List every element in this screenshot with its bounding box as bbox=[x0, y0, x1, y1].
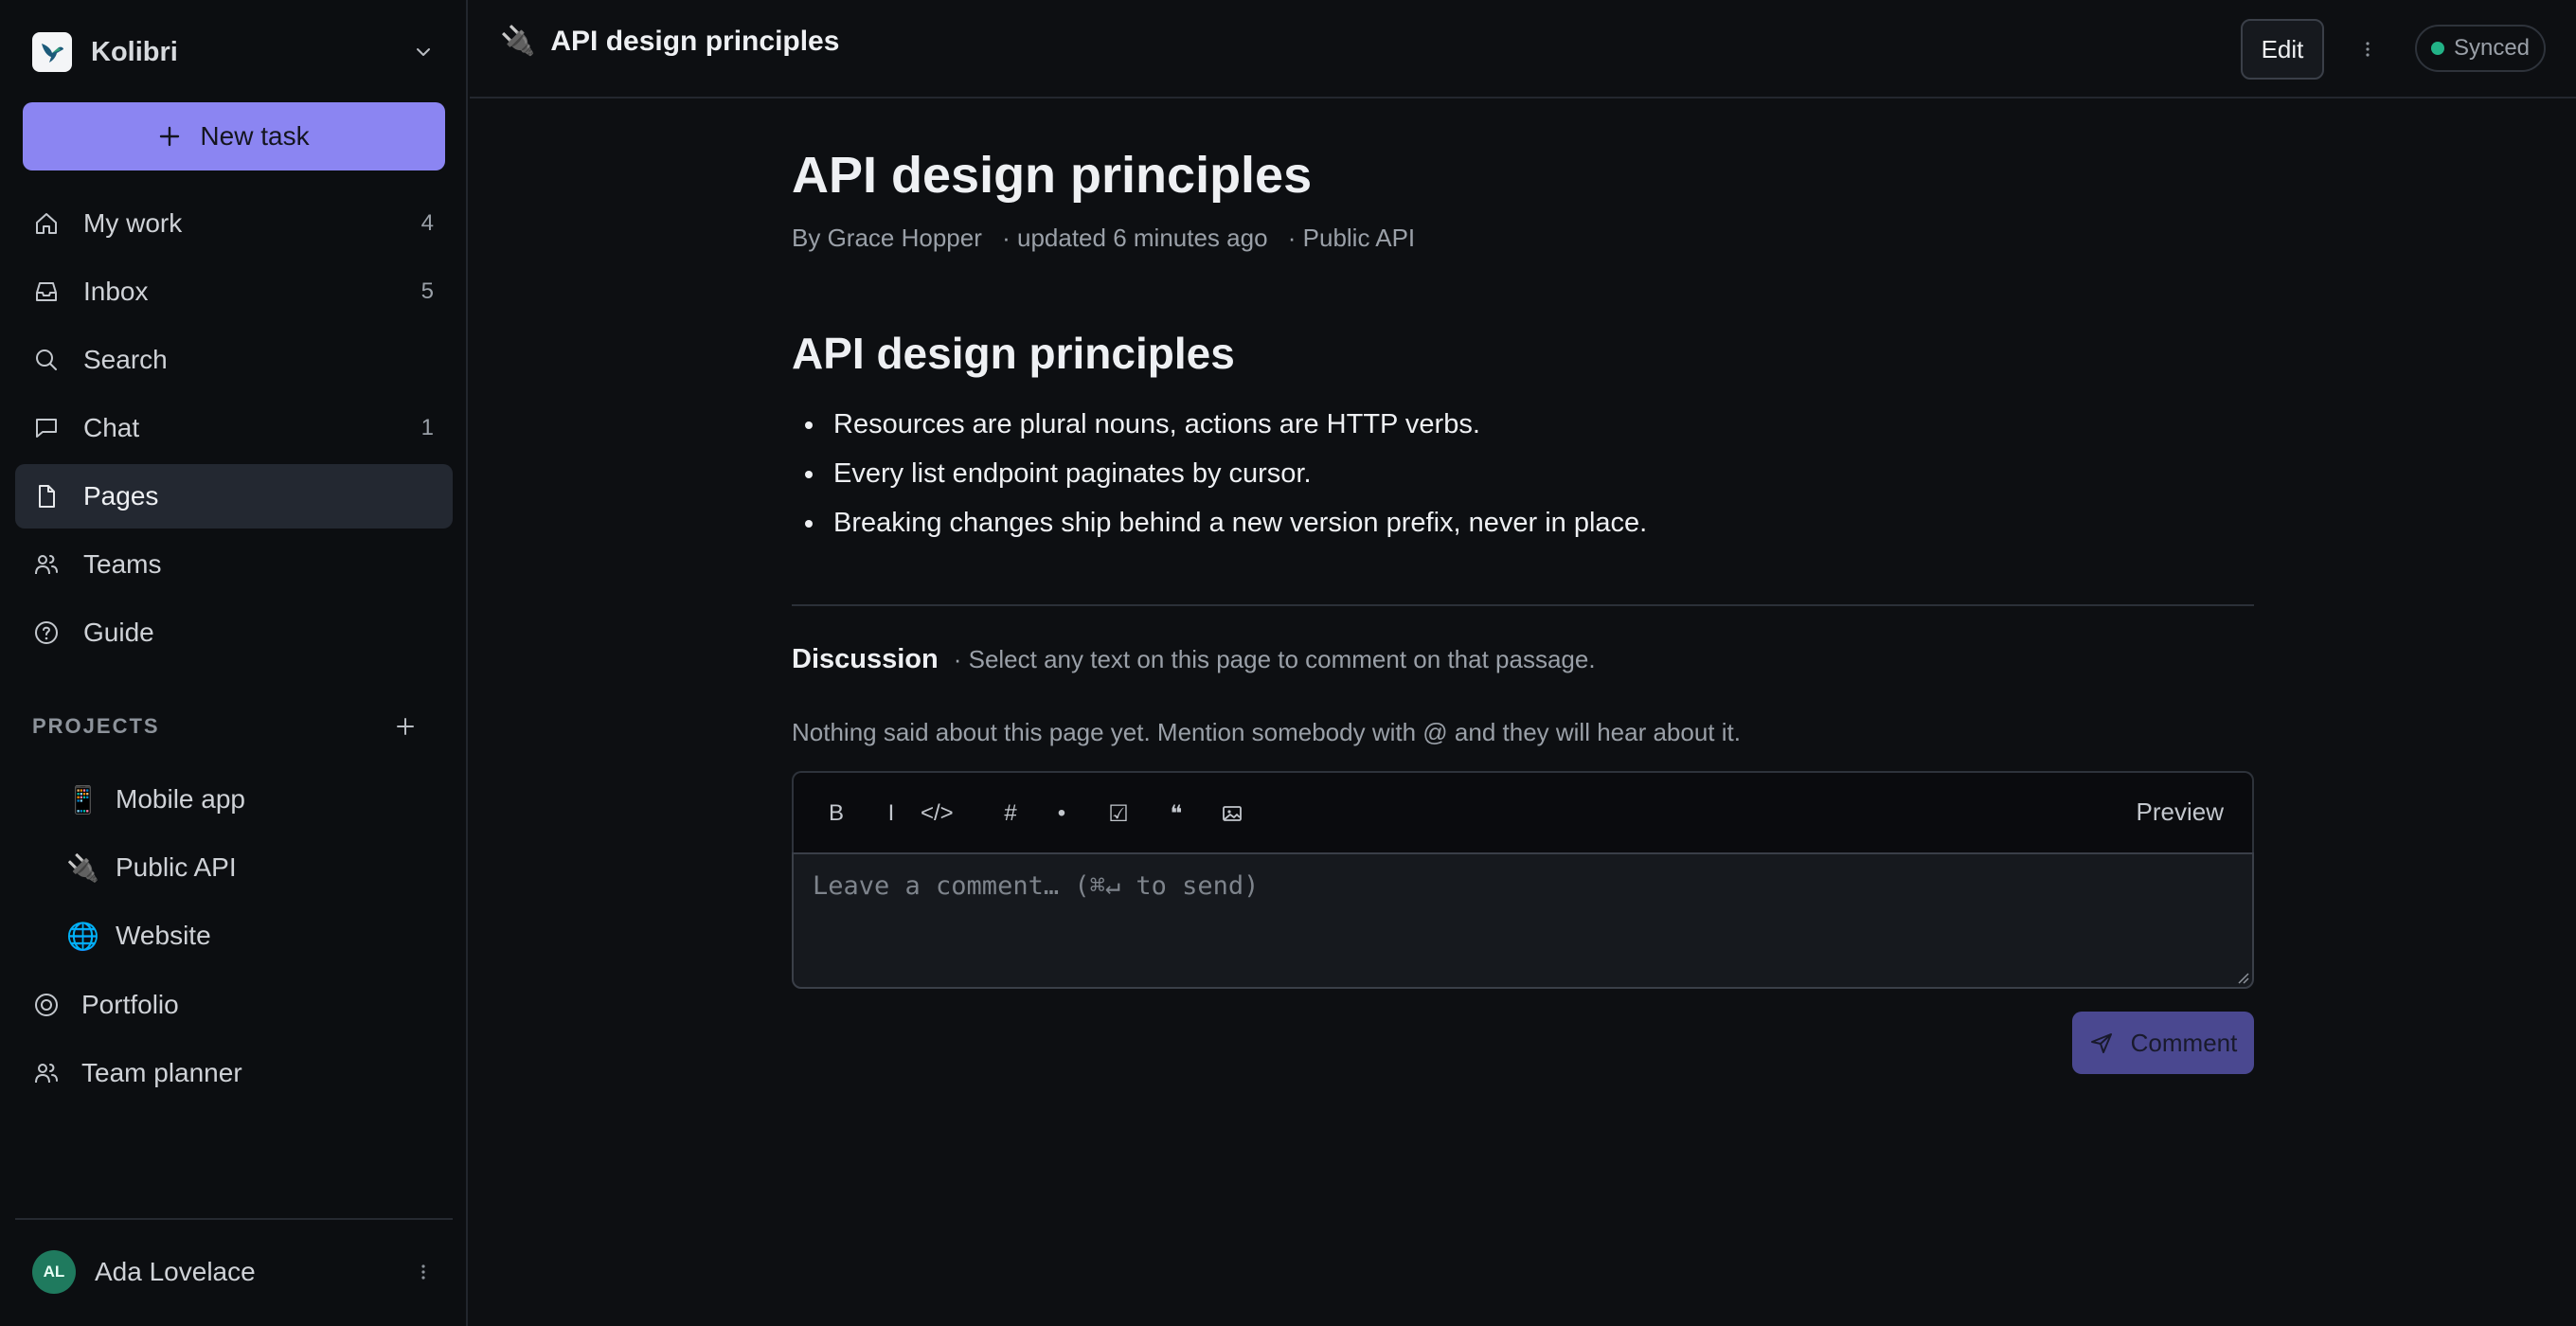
sidebar-item-count: 5 bbox=[420, 278, 434, 304]
project-label: Public API bbox=[116, 852, 237, 882]
target-icon bbox=[35, 994, 58, 1016]
checklist-button[interactable]: ☑ bbox=[1102, 797, 1135, 830]
sidebar-item-label: Inbox bbox=[83, 277, 149, 306]
phone-icon: 📱 bbox=[66, 784, 99, 815]
sidebar-item-count: 4 bbox=[420, 210, 434, 236]
discussion-title: Discussion bbox=[792, 644, 939, 674]
sidebar-item-label: My work bbox=[83, 208, 183, 238]
sidebar-item-chat[interactable]: Chat 1 bbox=[15, 396, 453, 460]
edit-button[interactable]: Edit bbox=[2241, 19, 2324, 80]
new-task-button[interactable]: New task bbox=[23, 102, 445, 170]
bullet-list-button[interactable]: • bbox=[1046, 797, 1078, 830]
sidebar-divider bbox=[15, 1218, 453, 1220]
sidebar: Kolibri New task My work 4 Inbox 5 Searc… bbox=[0, 0, 468, 1326]
sidebar-item-search[interactable]: Search bbox=[15, 328, 453, 392]
help-icon bbox=[35, 621, 58, 644]
list-item: Every list endpoint paginates by cursor. bbox=[792, 449, 1647, 498]
inbox-icon bbox=[36, 282, 57, 301]
sidebar-item-label: Chat bbox=[83, 413, 140, 442]
top-bar: 🔌 API design principles Edit Synced bbox=[470, 0, 2576, 99]
comment-submit-button[interactable]: Comment bbox=[2072, 1012, 2254, 1074]
sync-status-badge: Synced bbox=[2415, 25, 2546, 72]
chat-icon bbox=[36, 419, 57, 438]
sidebar-item-label: Teams bbox=[83, 549, 162, 579]
author: By Grace Hopper bbox=[792, 224, 982, 252]
content-heading: API design principles bbox=[792, 329, 1235, 378]
sidebar-item-guide[interactable]: Guide bbox=[15, 600, 453, 665]
sidebar-item-label: Portfolio bbox=[81, 990, 179, 1019]
bold-button[interactable]: B bbox=[820, 797, 852, 830]
sidebar-item-label: Guide bbox=[83, 618, 154, 647]
sidebar-item-count: 1 bbox=[420, 415, 434, 440]
hummingbird-icon bbox=[32, 32, 72, 72]
users-icon bbox=[35, 555, 58, 575]
sidebar-item-label: Search bbox=[83, 345, 168, 374]
document-meta: By Grace Hopper · updated 6 minutes ago … bbox=[792, 224, 1428, 253]
breadcrumb: 🔌 API design principles bbox=[500, 25, 839, 58]
updated-time: · updated 6 minutes ago bbox=[1002, 224, 1268, 252]
workspace-name: Kolibri bbox=[91, 36, 178, 67]
comment-input[interactable] bbox=[792, 852, 2254, 989]
sidebar-item-my-work[interactable]: My work 4 bbox=[15, 191, 453, 256]
sidebar-item-inbox[interactable]: Inbox 5 bbox=[15, 260, 453, 324]
document-title: API design principles bbox=[792, 147, 1313, 204]
project-link[interactable]: · Public API bbox=[1288, 224, 1415, 252]
project-item-mobile-app[interactable]: 📱 Mobile app bbox=[66, 772, 245, 827]
sidebar-item-team-planner[interactable]: Team planner bbox=[15, 1041, 453, 1105]
discussion-header: Discussion · Select any text on this pag… bbox=[792, 644, 1596, 675]
preview-toggle[interactable]: Preview bbox=[2137, 797, 2224, 827]
avatar: AL bbox=[32, 1250, 76, 1294]
sidebar-item-pages[interactable]: Pages bbox=[15, 464, 453, 529]
plus-icon bbox=[160, 126, 180, 147]
heading-button[interactable]: # bbox=[994, 797, 1027, 830]
user-profile[interactable]: AL Ada Lovelace bbox=[32, 1250, 436, 1294]
resize-handle-icon[interactable] bbox=[2237, 972, 2250, 985]
users-icon bbox=[35, 1064, 58, 1084]
list-item: Resources are plural nouns, actions are … bbox=[792, 400, 1647, 449]
page-title: API design principles bbox=[550, 25, 840, 57]
page-icon bbox=[39, 485, 55, 508]
project-label: Mobile app bbox=[116, 784, 245, 814]
plug-icon: 🔌 bbox=[500, 26, 536, 57]
workspace-switcher[interactable]: Kolibri bbox=[32, 32, 436, 72]
add-project-icon[interactable] bbox=[394, 715, 417, 738]
image-icon bbox=[1223, 806, 1242, 821]
discussion-hint: · Select any text on this page to commen… bbox=[953, 645, 1596, 673]
globe-icon: 🌐 bbox=[66, 921, 99, 951]
discussion-empty-state: Nothing said about this page yet. Mentio… bbox=[792, 718, 1741, 746]
project-item-website[interactable]: 🌐 Website bbox=[66, 908, 211, 963]
sync-dot-icon bbox=[2430, 42, 2444, 55]
code-button[interactable]: </> bbox=[921, 797, 954, 830]
sidebar-item-portfolio[interactable]: Portfolio bbox=[15, 973, 453, 1037]
search-icon bbox=[36, 349, 57, 370]
more-vertical-icon[interactable] bbox=[2354, 36, 2381, 63]
project-label: Website bbox=[116, 921, 211, 950]
home-icon bbox=[36, 213, 57, 234]
projects-header-label: PROJECTS bbox=[32, 714, 160, 738]
content-bullet-list: Resources are plural nouns, actions are … bbox=[792, 400, 1647, 547]
more-vertical-icon[interactable] bbox=[411, 1260, 436, 1284]
projects-section-header: PROJECTS bbox=[32, 712, 420, 741]
italic-button[interactable]: I bbox=[875, 797, 907, 830]
new-task-label: New task bbox=[200, 121, 310, 151]
comment-submit-label: Comment bbox=[2130, 1028, 2238, 1057]
sidebar-item-label: Team planner bbox=[81, 1058, 242, 1087]
plug-icon: 🔌 bbox=[66, 852, 99, 883]
editor-toolbar: B I </> # • ☑ ❝ Preview bbox=[792, 771, 2254, 854]
section-divider bbox=[792, 604, 2254, 606]
project-item-public-api[interactable]: 🔌 Public API bbox=[66, 840, 237, 895]
sidebar-item-teams[interactable]: Teams bbox=[15, 532, 453, 597]
quote-button[interactable]: ❝ bbox=[1160, 797, 1192, 830]
sidebar-item-label: Pages bbox=[83, 481, 159, 511]
list-item: Breaking changes ship behind a new versi… bbox=[792, 498, 1647, 547]
user-name: Ada Lovelace bbox=[95, 1257, 256, 1286]
chevron-down-icon[interactable] bbox=[411, 40, 436, 64]
sync-status-label: Synced bbox=[2453, 35, 2531, 61]
send-icon bbox=[2090, 1033, 2112, 1053]
image-button[interactable] bbox=[1216, 797, 1248, 830]
